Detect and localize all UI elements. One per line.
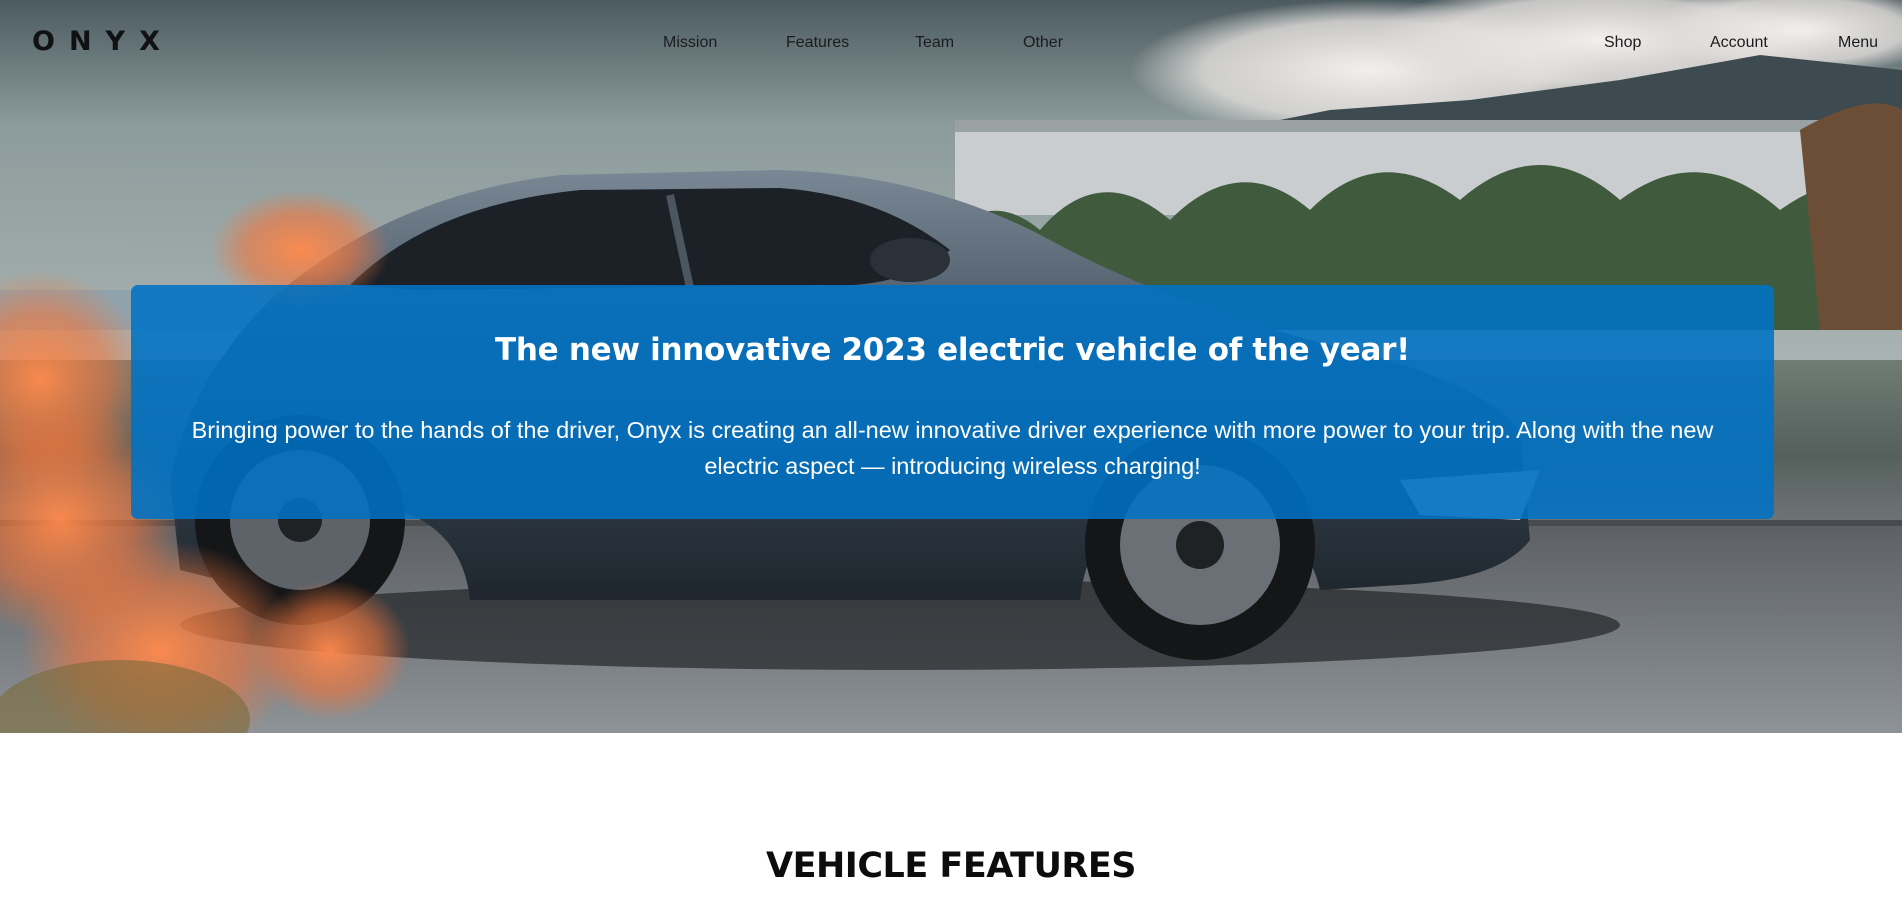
hero-title: The new innovative 2023 electric vehicle…: [495, 332, 1410, 368]
nav-link-mission[interactable]: Mission: [663, 34, 717, 52]
hero-section: ONYX Mission Features Team Other Shop Ac…: [0, 0, 1902, 733]
vehicle-features-heading: VEHICLE FEATURES: [766, 846, 1136, 886]
nav-link-team[interactable]: Team: [915, 34, 954, 52]
brand-logo[interactable]: ONYX: [32, 26, 174, 57]
hero-description: Bringing power to the hands of the drive…: [191, 417, 1714, 479]
nav-link-menu[interactable]: Menu: [1838, 34, 1878, 52]
page: ONYX Mission Features Team Other Shop Ac…: [0, 0, 1902, 905]
nav-link-account[interactable]: Account: [1710, 34, 1768, 52]
nav-link-other[interactable]: Other: [1023, 34, 1063, 52]
hero-banner: The new innovative 2023 electric vehicle…: [131, 285, 1774, 519]
nav-link-features[interactable]: Features: [786, 34, 849, 52]
nav-link-shop[interactable]: Shop: [1604, 34, 1641, 52]
